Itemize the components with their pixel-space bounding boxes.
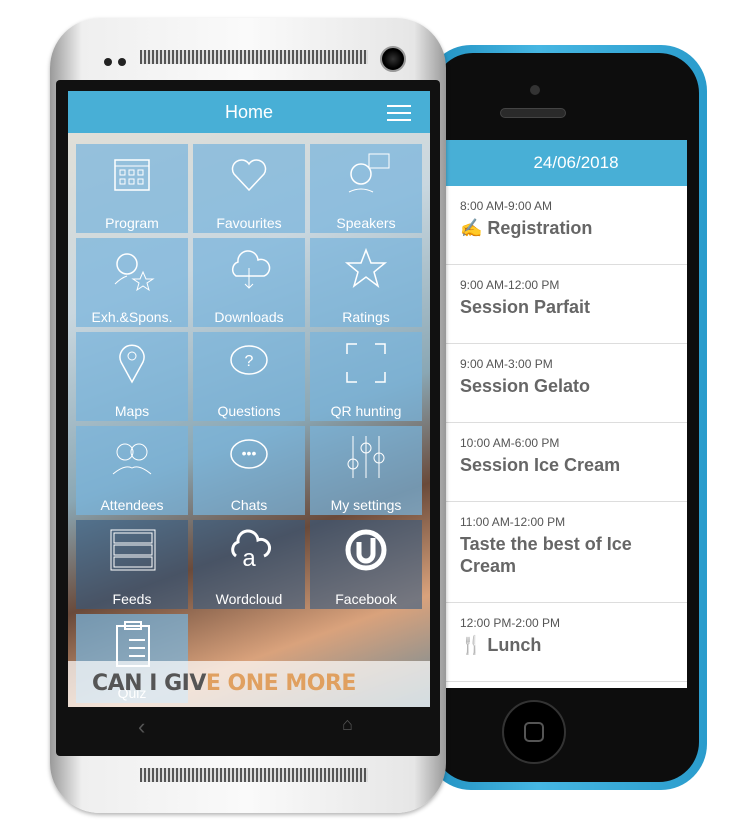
tile-label: Speakers bbox=[336, 215, 396, 231]
tile-ratings[interactable]: Ratings bbox=[310, 238, 422, 327]
svg-text:•••: ••• bbox=[242, 445, 257, 461]
front-camera bbox=[380, 46, 406, 72]
tile-label: Maps bbox=[114, 403, 150, 419]
tile-label: My settings bbox=[330, 497, 402, 513]
tile-label: Questions bbox=[217, 403, 281, 419]
schedule-screen: 24/06/2018 8:00 AM-9:00 AM ✍ Registration… bbox=[445, 140, 687, 688]
tile-label: QR hunting bbox=[330, 403, 402, 419]
session-time: 12:00 PM-2:00 PM bbox=[460, 616, 561, 630]
question-bubble-icon: ? bbox=[230, 345, 268, 375]
svg-text:?: ? bbox=[245, 353, 254, 370]
tile-chats[interactable]: ••• Chats bbox=[193, 426, 305, 515]
calendar-icon bbox=[114, 159, 150, 191]
session-item[interactable]: 8:00 AM-9:00 AM ✍ Registration bbox=[445, 186, 687, 265]
speaker-grille bbox=[140, 768, 368, 782]
star-icon bbox=[344, 247, 388, 288]
tile-label: Attendees bbox=[100, 497, 164, 513]
home-nav-icon[interactable]: ⌂ bbox=[342, 714, 353, 735]
tile-qr-hunting[interactable]: QR hunting bbox=[310, 332, 422, 421]
tile-label: Feeds bbox=[112, 591, 152, 607]
home-button[interactable] bbox=[502, 700, 566, 764]
svg-text:a: a bbox=[242, 545, 256, 572]
session-time: 11:00 AM-12:00 PM bbox=[460, 515, 566, 529]
people-icon bbox=[112, 443, 152, 475]
earpiece-speaker bbox=[500, 108, 566, 118]
chat-icon: ••• bbox=[230, 439, 268, 469]
tile-my-settings[interactable]: My settings bbox=[310, 426, 422, 515]
tile-speakers[interactable]: Speakers bbox=[310, 144, 422, 233]
home-screen: Home Program Favourites Speakers Exh.&Spons… bbox=[68, 91, 430, 707]
tile-label: Favourites bbox=[216, 215, 282, 231]
session-item[interactable]: 11:00 AM-12:00 PM Taste the best of Ice C… bbox=[445, 502, 687, 603]
tile-label: Facebook bbox=[335, 591, 397, 607]
session-title: Session Gelato bbox=[460, 376, 591, 396]
session-time: 8:00 AM-9:00 AM bbox=[460, 199, 553, 213]
front-camera bbox=[530, 85, 540, 95]
back-nav-icon[interactable]: ‹ bbox=[138, 714, 145, 740]
wordcloud-icon: a bbox=[231, 529, 272, 572]
tile-feeds[interactable]: Feeds bbox=[76, 520, 188, 609]
session-time: 10:00 AM-6:00 PM bbox=[460, 436, 560, 450]
tile-exh-spons-[interactable]: Exh.&Spons. bbox=[76, 238, 188, 327]
sensor-dot bbox=[104, 58, 112, 66]
tile-downloads[interactable]: Downloads bbox=[193, 238, 305, 327]
feed-icon bbox=[110, 529, 156, 571]
session-item[interactable]: 12:00 PM-2:00 PM 🍴 Lunch bbox=[445, 603, 687, 682]
session-item[interactable]: 9:00 AM-12:00 PM Session Parfait bbox=[445, 265, 687, 344]
session-item[interactable]: 9:00 AM-3:00 PM Session Gelato bbox=[445, 344, 687, 423]
hamburger-icon[interactable] bbox=[387, 105, 411, 121]
heart-icon bbox=[231, 159, 267, 192]
session-title: 🍴 Lunch bbox=[460, 635, 542, 655]
tile-label: Wordcloud bbox=[215, 591, 283, 607]
session-item[interactable]: 10:00 AM-6:00 PM Session Ice Cream bbox=[445, 423, 687, 502]
qr-scan-icon bbox=[346, 343, 386, 383]
promo-banner: CAN I GIVE ONE MORE SCOOP?! bbox=[68, 661, 430, 707]
tile-attendees[interactable]: Attendees bbox=[76, 426, 188, 515]
session-title: Session Ice Cream bbox=[460, 455, 621, 475]
speaker-grille bbox=[140, 50, 368, 64]
cloud-download-icon bbox=[232, 250, 271, 289]
tile-label: Exh.&Spons. bbox=[91, 309, 173, 325]
tile-label: Downloads bbox=[214, 309, 284, 325]
app-header: Home bbox=[68, 91, 430, 133]
tile-questions[interactable]: ? Questions bbox=[193, 332, 305, 421]
speaker-icon bbox=[348, 153, 390, 193]
date-header: 24/06/2018 bbox=[445, 140, 687, 186]
session-title: ✍ Registration bbox=[460, 218, 593, 238]
session-title: Session Parfait bbox=[460, 297, 591, 317]
tile-wordcloud[interactable]: a Wordcloud bbox=[193, 520, 305, 609]
tile-favourites[interactable]: Favourites bbox=[193, 144, 305, 233]
person-star-icon bbox=[114, 253, 155, 292]
tile-maps[interactable]: Maps bbox=[76, 332, 188, 421]
session-time: 9:00 AM-12:00 PM bbox=[460, 278, 560, 292]
session-time: 9:00 AM-3:00 PM bbox=[460, 357, 553, 371]
sensor-dot bbox=[118, 58, 126, 66]
map-pin-icon bbox=[119, 344, 145, 384]
sliders-icon bbox=[347, 436, 385, 478]
session-title: Taste the best of Ice Cream bbox=[460, 534, 632, 576]
facebook-icon bbox=[345, 529, 387, 571]
page-title: Home bbox=[224, 102, 273, 122]
tile-facebook[interactable]: Facebook bbox=[310, 520, 422, 609]
tile-label: Ratings bbox=[342, 309, 390, 325]
tile-label: Chats bbox=[230, 497, 268, 513]
tile-label: Program bbox=[105, 215, 159, 231]
tile-program[interactable]: Program bbox=[76, 144, 188, 233]
